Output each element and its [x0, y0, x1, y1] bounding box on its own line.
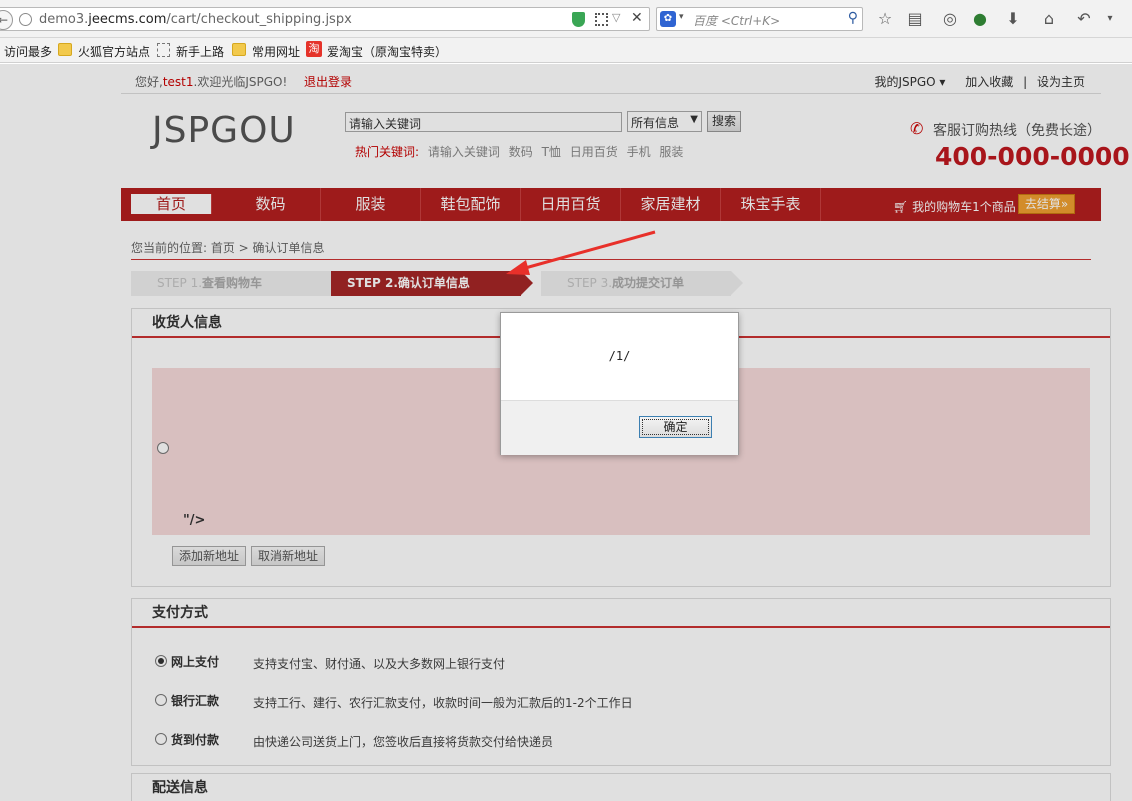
dropdown-icon[interactable]: ▽ — [612, 11, 620, 24]
home-icon[interactable]: ⌂ — [1039, 9, 1059, 29]
back-icon[interactable]: ← — [0, 10, 13, 30]
page-icon — [157, 43, 170, 57]
close-icon[interactable]: ✕ — [631, 10, 643, 26]
shield-icon[interactable] — [572, 12, 585, 27]
folder-icon — [58, 43, 72, 56]
download-icon[interactable]: ⬇ — [1003, 9, 1023, 29]
undo-icon[interactable]: ↶ — [1074, 9, 1094, 29]
search-placeholder[interactable]: 百度 <Ctrl+K> — [693, 12, 780, 29]
globe-icon — [19, 13, 32, 26]
browser-toolbar: ← demo3.jeecms.com/cart/checkout_shippin… — [0, 0, 1132, 38]
engine-dropdown-icon[interactable]: ▾ — [679, 12, 684, 22]
bookmark-taobao[interactable]: 爱淘宝（原淘宝特卖） — [327, 43, 447, 60]
star-icon[interactable]: ☆ — [875, 9, 895, 29]
taobao-icon: 淘 — [306, 41, 322, 57]
alert-dialog: /1/ 确定 — [500, 312, 739, 455]
bookmark-getting-started[interactable]: 新手上路 — [176, 43, 224, 60]
bookmark-common-sites[interactable]: 常用网址 — [252, 43, 300, 60]
alert-message: /1/ — [608, 349, 631, 363]
bookmark-firefox[interactable]: 火狐官方站点 — [78, 43, 150, 60]
qr-code-icon[interactable] — [595, 13, 608, 26]
palette-icon[interactable]: ◎ — [940, 9, 960, 29]
search-icon[interactable]: ⚲ — [848, 10, 858, 26]
reading-list-icon[interactable]: ▤ — [905, 9, 925, 29]
search-engine-box[interactable]: ✿ ▾ 百度 <Ctrl+K> ⚲ — [656, 7, 863, 31]
url-text[interactable]: demo3.jeecms.com/cart/checkout_shipping.… — [39, 12, 352, 27]
dialog-footer: 确定 — [501, 400, 738, 455]
bookmarks-bar: 访问最多 火狐官方站点 新手上路 常用网址 淘 爱淘宝（原淘宝特卖） — [0, 38, 1132, 63]
menu-dropdown-icon[interactable]: ▾ — [1100, 9, 1120, 29]
annotation-arrow — [506, 230, 656, 275]
baidu-icon[interactable]: ✿ — [660, 11, 676, 27]
bookmark-most-visited[interactable]: 访问最多 — [4, 43, 52, 60]
ok-button[interactable]: 确定 — [639, 416, 712, 438]
extension-icon[interactable]: ● — [970, 9, 990, 29]
address-bar[interactable]: ← demo3.jeecms.com/cart/checkout_shippin… — [0, 7, 650, 31]
folder-icon — [232, 43, 246, 56]
